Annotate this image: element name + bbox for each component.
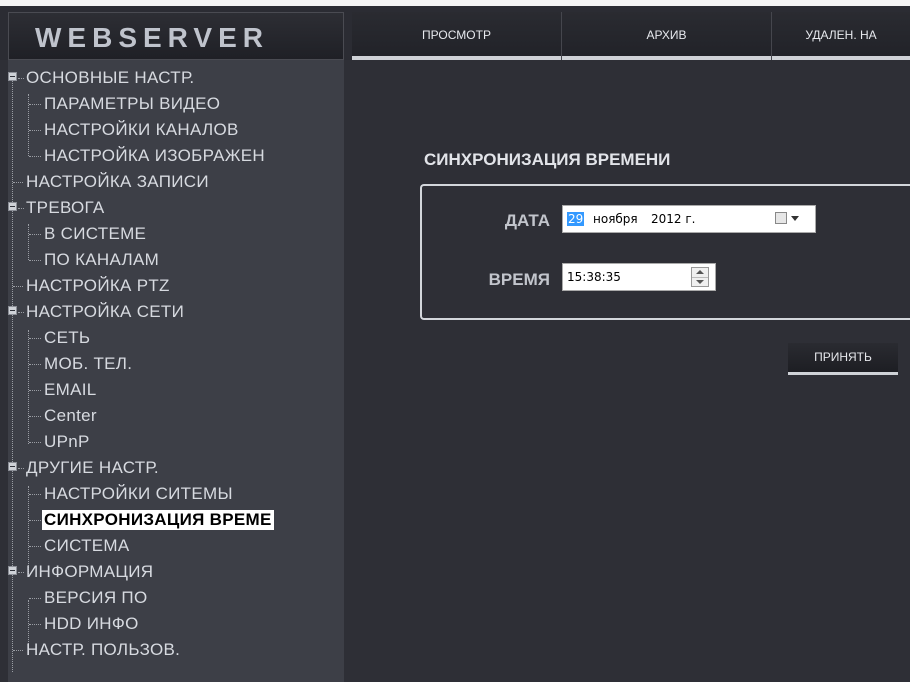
nav-tabs: ПРОСМОТР АРХИВ УДАЛЕН. НА xyxy=(352,12,910,60)
tree-line xyxy=(12,78,13,672)
tree-line xyxy=(29,624,41,625)
tree-item-label: СИСТЕМА xyxy=(44,536,130,555)
app-logo: WEBSERVER xyxy=(8,12,344,60)
tree-line xyxy=(29,494,41,495)
collapse-icon[interactable] xyxy=(8,566,17,575)
tree-line xyxy=(18,208,24,209)
tree-item-label: СЕТЬ xyxy=(44,328,91,347)
tree-line xyxy=(29,234,41,235)
tree-item-label: EMAIL xyxy=(44,380,97,399)
tree-line xyxy=(13,182,23,183)
tree-item-label: НАСТРОЙКА ЗАПИСИ xyxy=(26,172,209,191)
tree-item-label: ДРУГИЕ НАСТР. xyxy=(26,458,159,477)
date-label: ДАТА xyxy=(504,211,550,230)
tree-item-label: ТРЕВОГА xyxy=(26,198,105,217)
collapse-icon[interactable] xyxy=(8,306,17,315)
time-field[interactable]: 15:38:35 xyxy=(562,263,716,291)
tab-view-label: ПРОСМОТР xyxy=(422,28,491,42)
tree-item-label: ПАРАМЕТРЫ ВИДЕО xyxy=(44,94,221,113)
top-strip xyxy=(0,0,910,6)
top-bar: WEBSERVER ПРОСМОТР АРХИВ УДАЛЕН. НА xyxy=(0,0,910,60)
tab-remote[interactable]: УДАЛЕН. НА xyxy=(772,12,910,60)
date-day[interactable]: 29 xyxy=(567,212,585,226)
tree-item-label: HDD ИНФО xyxy=(44,614,139,633)
collapse-icon[interactable] xyxy=(8,462,17,471)
tab-archive-label: АРХИВ xyxy=(646,28,687,42)
tree-item-label: ВЕРСИЯ ПО xyxy=(44,588,148,607)
tree-item-label: ПО КАНАЛАМ xyxy=(44,250,160,269)
page-title: СИНХРОНИЗАЦИЯ ВРЕМЕНИ xyxy=(424,150,671,169)
tree-item-label: СИНХРОНИЗАЦИЯ ВРЕМЕ xyxy=(42,510,274,530)
date-year[interactable]: 2012 г. xyxy=(651,212,695,226)
tree-line xyxy=(29,390,41,391)
apply-button[interactable]: ПРИНЯТЬ xyxy=(788,343,898,375)
tree-line xyxy=(29,520,41,521)
tree-line xyxy=(29,104,41,105)
tree-item-label: НАСТРОЙКА ИЗОБРАЖЕН xyxy=(44,146,265,165)
tree-item-label: МОБ. ТЕЛ. xyxy=(44,354,133,373)
tree-item-label: НАСТР. ПОЛЬЗОВ. xyxy=(26,640,181,659)
tab-view[interactable]: ПРОСМОТР xyxy=(352,12,562,60)
tree-item-label: НАСТРОЙКИ СИТЕМЫ xyxy=(44,484,233,503)
time-value[interactable]: 15:38:35 xyxy=(567,270,621,284)
time-label: ВРЕМЯ xyxy=(488,270,550,289)
tree-line xyxy=(29,130,41,131)
tree-line xyxy=(28,224,29,260)
tree-item-label: ОСНОВНЫЕ НАСТР. xyxy=(26,68,195,87)
time-spinner[interactable] xyxy=(691,267,709,287)
calendar-icon xyxy=(775,212,787,224)
tree-line xyxy=(29,442,41,443)
tree-line xyxy=(29,416,41,417)
main-content: СИНХРОНИЗАЦИЯ ВРЕМЕНИ ДАТА 29 ноября 201… xyxy=(352,60,910,682)
tree-line xyxy=(18,468,24,469)
tree-item-label: ИНФОРМАЦИЯ xyxy=(26,562,154,581)
tree-line xyxy=(28,330,29,444)
tree-line xyxy=(29,156,41,157)
tree-line xyxy=(18,312,24,313)
tree-line xyxy=(28,486,29,574)
tree-item-label: Center xyxy=(44,406,97,425)
tree-line xyxy=(29,598,41,599)
collapse-icon[interactable] xyxy=(8,72,17,81)
date-month[interactable]: ноября xyxy=(593,212,638,226)
tree-line xyxy=(13,650,23,651)
tab-archive[interactable]: АРХИВ xyxy=(562,12,772,60)
tree-item-label: UPnP xyxy=(44,432,90,451)
tree-line xyxy=(29,338,41,339)
calendar-dropdown-button[interactable] xyxy=(775,210,803,228)
tree-item-label: НАСТРОЙКА СЕТИ xyxy=(26,302,185,321)
tree-item-label: НАСТРОЙКИ КАНАЛОВ xyxy=(44,120,239,139)
chevron-down-icon xyxy=(791,216,799,221)
settings-tree: ОСНОВНЫЕ НАСТР. ПАРАМЕТРЫ ВИДЕО НАСТРОЙК… xyxy=(8,60,344,682)
tree-line xyxy=(29,364,41,365)
date-picker[interactable]: 29 ноября 2012 г. xyxy=(562,205,816,233)
tree-line xyxy=(29,546,41,547)
tree-line xyxy=(13,286,23,287)
tree-line xyxy=(18,572,24,573)
tree-line xyxy=(29,260,41,261)
collapse-icon[interactable] xyxy=(8,202,17,211)
tree-item-label: НАСТРОЙКА PTZ xyxy=(26,276,170,295)
tree-line xyxy=(18,78,24,79)
spin-down-icon[interactable] xyxy=(692,277,708,286)
tree-item-label: В СИСТЕМЕ xyxy=(44,224,147,243)
tab-remote-label: УДАЛЕН. НА xyxy=(805,28,877,42)
app-logo-text: WEBSERVER xyxy=(35,22,269,53)
